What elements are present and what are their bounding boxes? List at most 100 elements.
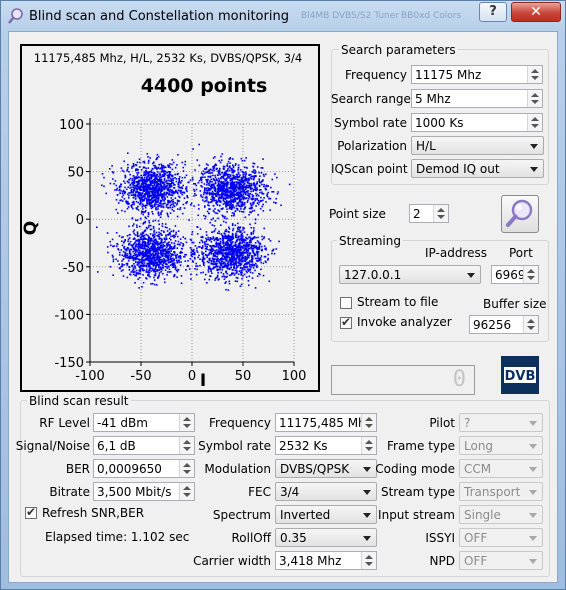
frame-type-select[interactable]: Long [459, 436, 543, 455]
scatter-point [160, 190, 163, 192]
scatter-point [271, 178, 274, 181]
scatter-point [257, 236, 259, 239]
scatter-point [165, 251, 167, 253]
buffer-size-input[interactable]: 96256 [469, 315, 539, 334]
carrier-width-value: 3,418 Mhz [279, 554, 342, 568]
scatter-point [160, 201, 162, 203]
scatter-point [161, 164, 163, 167]
rolloff-select[interactable]: 0.35 [275, 528, 377, 547]
result-frequency-field[interactable]: 11175,485 Mhz [275, 413, 377, 432]
scatter-point [222, 241, 224, 244]
scatter-point [161, 264, 164, 266]
scatter-point [157, 201, 159, 204]
frequency-spinner[interactable] [527, 66, 542, 83]
scatter-point [115, 208, 118, 211]
signal-noise-field[interactable]: 6,1 dB [93, 436, 195, 455]
ip-address-select[interactable]: 127.0.0.1 [339, 265, 481, 284]
iqscan-select[interactable]: Demod IQ out [411, 159, 544, 178]
scatter-point [165, 182, 168, 185]
plot-caption: 11175,485 Mhz, H/L, 2532 Ks, DVBS/QPSK, … [34, 51, 302, 65]
scatter-point [242, 267, 244, 269]
buffer-size-spinner[interactable] [523, 316, 538, 333]
scatter-point [231, 214, 233, 217]
scatter-point [200, 236, 202, 238]
scatter-point [155, 178, 158, 180]
modulation-select[interactable]: DVBS/QPSK [275, 459, 377, 478]
point-size-spinner[interactable] [433, 205, 448, 222]
scatter-point [220, 159, 223, 161]
fec-select[interactable]: 3/4 [275, 482, 377, 501]
scatter-point [211, 272, 213, 274]
scatter-point [183, 207, 186, 209]
scatter-point [157, 155, 160, 158]
scatter-point [152, 255, 154, 257]
scatter-point [157, 189, 159, 192]
scatter-point [241, 257, 243, 259]
chevron-down-icon [363, 467, 371, 472]
scatter-point [244, 171, 247, 174]
scatter-point [166, 257, 169, 259]
search-range-input[interactable]: 5 Mhz [411, 89, 543, 108]
issyi-select[interactable]: OFF [459, 528, 543, 547]
npd-select[interactable]: OFF [459, 551, 543, 570]
scatter-point [232, 166, 235, 169]
scatter-point [226, 272, 229, 275]
search-range-spinner[interactable] [527, 90, 542, 107]
scatter-point [206, 184, 208, 186]
pilot-select[interactable]: ? [459, 413, 543, 432]
port-input[interactable]: 6969 [491, 265, 539, 284]
scatter-point [158, 267, 160, 269]
scatter-point [225, 256, 228, 259]
scatter-point [232, 164, 234, 166]
help-button[interactable]: ? [479, 2, 507, 22]
scatter-point [180, 275, 183, 277]
frequency-input[interactable]: 11175 Mhz [411, 65, 543, 84]
scatter-point [214, 208, 216, 210]
frame-type-label: Frame type [386, 439, 455, 453]
scatter-point [144, 205, 146, 207]
scatter-point [118, 186, 121, 188]
invoke-analyzer-checkbox[interactable]: ✔ [340, 315, 352, 329]
scatter-point [174, 184, 176, 186]
scatter-point [213, 263, 215, 265]
rf-level-field[interactable]: -41 dBm [93, 413, 195, 432]
scatter-point [123, 160, 125, 163]
symbol-rate-spinner[interactable] [527, 114, 542, 131]
scatter-point [163, 169, 165, 172]
polarization-select[interactable]: H/L [411, 136, 544, 155]
point-size-input[interactable]: 2 [409, 204, 449, 223]
refresh-snr-ber-checkbox[interactable]: ✔ [25, 505, 37, 519]
scatter-point [259, 175, 261, 177]
symbol-rate-input[interactable]: 1000 Ks [411, 113, 543, 132]
scatter-point [157, 213, 160, 215]
input-stream-select[interactable]: Single [459, 505, 543, 524]
scatter-point [154, 255, 156, 257]
scatter-point [159, 199, 162, 202]
carrier-width-field[interactable]: 3,418 Mhz [275, 551, 377, 570]
scatter-point [249, 263, 251, 266]
spectrum-select[interactable]: Inverted [275, 505, 377, 524]
scatter-point [171, 254, 173, 257]
scatter-point [131, 165, 134, 168]
coding-mode-select[interactable]: CCM [459, 459, 543, 478]
scatter-point [253, 229, 255, 232]
scatter-point [269, 197, 272, 200]
scatter-point [232, 203, 234, 206]
scatter-point [136, 161, 139, 164]
stream-to-file-checkbox[interactable] [340, 297, 352, 309]
scatter-point [166, 184, 169, 187]
coding-mode-label: Coding mode [375, 462, 455, 476]
stream-type-select[interactable]: Transport [459, 482, 543, 501]
title-bar[interactable]: Blind scan and Constellation monitoring … [1, 1, 565, 31]
scatter-point [168, 248, 170, 251]
result-symbol-rate-field[interactable]: 2532 Ks [275, 436, 377, 455]
scatter-point [204, 197, 207, 199]
port-spinner[interactable] [523, 266, 538, 283]
bitrate-field[interactable]: 3,500 Mbit/s [93, 482, 195, 501]
start-scan-button[interactable] [501, 195, 539, 233]
scatter-point [180, 182, 182, 184]
pilot-value: ? [464, 416, 471, 430]
close-button[interactable]: ✕ [511, 2, 561, 22]
scatter-point [144, 222, 146, 224]
ber-field[interactable]: 0,0009650 [93, 459, 195, 478]
